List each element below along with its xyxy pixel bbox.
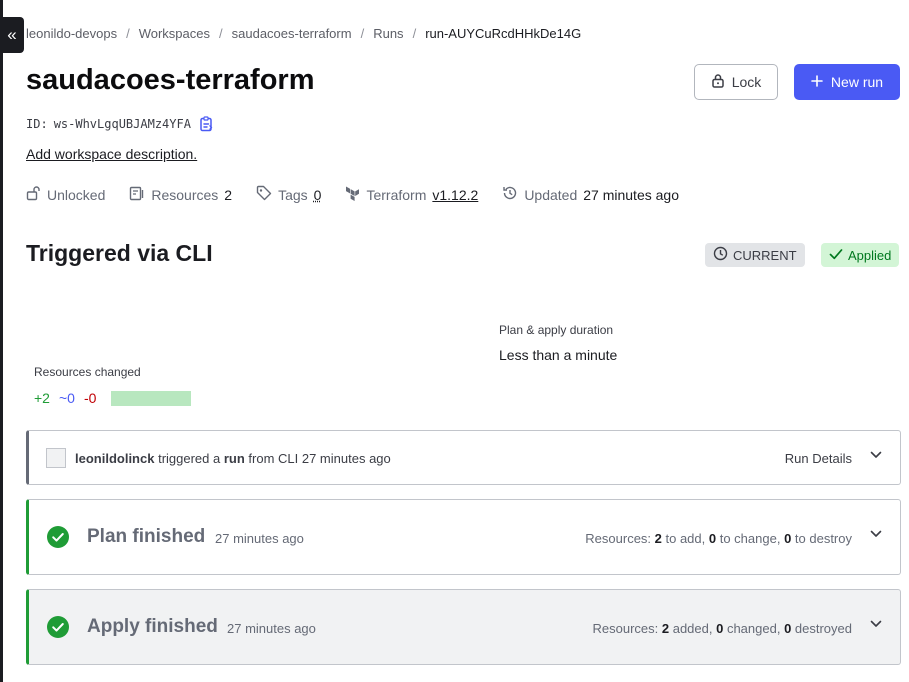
breadcrumb-separator: / [412,26,417,41]
clock-icon [713,246,728,264]
breadcrumb-org[interactable]: leonildo-devops [26,26,117,41]
add-workspace-description-link[interactable]: Add workspace description. [26,146,197,162]
apply-summary-text: added, [669,621,717,636]
terraform-version-link[interactable]: v1.12.2 [432,187,478,203]
new-run-button-label: New run [830,74,884,90]
updated-meta: Updated 27 minutes ago [502,185,679,204]
resources-icon [129,186,145,204]
left-rail [0,0,3,682]
lock-button-label: Lock [731,74,762,90]
trigger-text-part: triggered a [154,451,224,466]
page-title: saudacoes-terraform [26,64,315,96]
history-icon [502,185,518,204]
workspace-id-label: ID: [26,117,48,131]
applied-badge-label: Applied [848,247,892,263]
avatar [46,448,66,468]
success-check-icon [47,616,69,638]
duration-label: Plan & apply duration [499,323,614,337]
workspace-id: ID: ws-WhvLgqUBJAMz4YFA [26,116,214,132]
apply-card[interactable]: Apply finished 27 minutes ago Resources:… [26,589,901,665]
resources-changed: +2 ~0 -0 [34,390,192,406]
plan-summary-text: to destroy [791,531,852,546]
breadcrumb-workspaces[interactable]: Workspaces [139,26,210,41]
breadcrumb-separator: / [219,26,223,41]
apply-title: Apply finished [87,616,218,637]
resources-destroyed-count: -0 [83,390,97,406]
current-badge: CURRENT [705,243,805,267]
apply-summary-text: destroyed [791,621,852,636]
plus-icon [811,74,823,90]
resources-changed-label: Resources changed [34,365,141,379]
workspace-meta: Unlocked Resources 2 Tags 0 Terraform v1… [26,185,703,204]
new-run-button[interactable]: New run [794,64,900,100]
plan-summary: Resources: 2 to add, 0 to change, 0 to d… [585,531,852,546]
apply-time: 27 minutes ago [227,621,316,636]
plan-time: 27 minutes ago [215,531,304,546]
terraform-label: Terraform [366,186,427,203]
lock-status-label: Unlocked [47,186,106,203]
lock-status: Unlocked [26,185,105,204]
plan-summary-text: to add, [661,531,709,546]
apply-summary: Resources: 2 added, 0 changed, 0 destroy… [593,621,853,636]
duration-value: Less than a minute [499,347,618,363]
run-trigger-card[interactable]: leonildolinck triggered a run from CLI 2… [26,430,901,485]
resources-label: Resources [151,186,219,203]
updated-label: Updated [524,186,578,203]
run-title: Triggered via CLI [26,240,213,266]
breadcrumb-workspace[interactable]: saudacoes-terraform [232,26,352,41]
plan-title: Plan finished [87,526,206,547]
breadcrumb: leonildo-devops / Workspaces / saudacoes… [26,26,581,41]
breadcrumb-runs[interactable]: Runs [373,26,403,41]
success-check-icon [47,526,69,548]
unlock-icon [26,185,41,204]
lock-icon [711,73,725,91]
applied-badge: Applied [821,243,900,267]
tags-meta: Tags 0 [256,185,321,204]
trigger-text-part: from CLI 27 minutes ago [244,451,391,466]
apply-summary-text: changed, [723,621,785,636]
copy-icon[interactable] [199,116,214,132]
check-icon [829,248,843,263]
plan-add-count: 2 [654,531,662,546]
terraform-version-meta: Terraform v1.12.2 [345,185,478,204]
current-badge-label: CURRENT [733,247,797,263]
resources-change-bar [111,390,192,406]
breadcrumb-separator: / [360,26,365,41]
plan-summary-text: Resources: [585,531,655,546]
chevron-down-icon[interactable] [870,530,882,538]
tags-label: Tags [278,186,308,203]
workspace-id-value: ws-WhvLgqUBJAMz4YFA [53,117,191,131]
plan-card[interactable]: Plan finished 27 minutes ago Resources: … [26,499,901,575]
terraform-icon [345,185,360,204]
breadcrumb-current-run: run-AUYCuRcdHHkDe14G [425,26,582,41]
breadcrumb-separator: / [126,26,130,41]
resources-added-count: +2 [34,390,50,406]
lock-button[interactable]: Lock [694,64,778,100]
chevron-down-icon[interactable] [870,451,882,459]
resources-count: 2 [224,186,233,203]
trigger-text: leonildolinck triggered a run from CLI 2… [75,451,391,466]
trigger-run-word: run [223,451,245,466]
run-details-toggle[interactable]: Run Details [785,451,852,466]
tag-icon [256,185,272,204]
plan-summary-text: to change, [716,531,785,546]
updated-value: 27 minutes ago [583,186,679,203]
resources-changed-count: ~0 [58,390,75,406]
trigger-user: leonildolinck [75,451,155,466]
collapse-sidebar-button[interactable]: « [0,17,24,53]
apply-summary-text: Resources: [592,621,662,636]
resources-meta: Resources 2 [129,186,232,204]
chevron-down-icon[interactable] [870,620,882,628]
tags-count-link[interactable]: 0 [314,187,322,203]
